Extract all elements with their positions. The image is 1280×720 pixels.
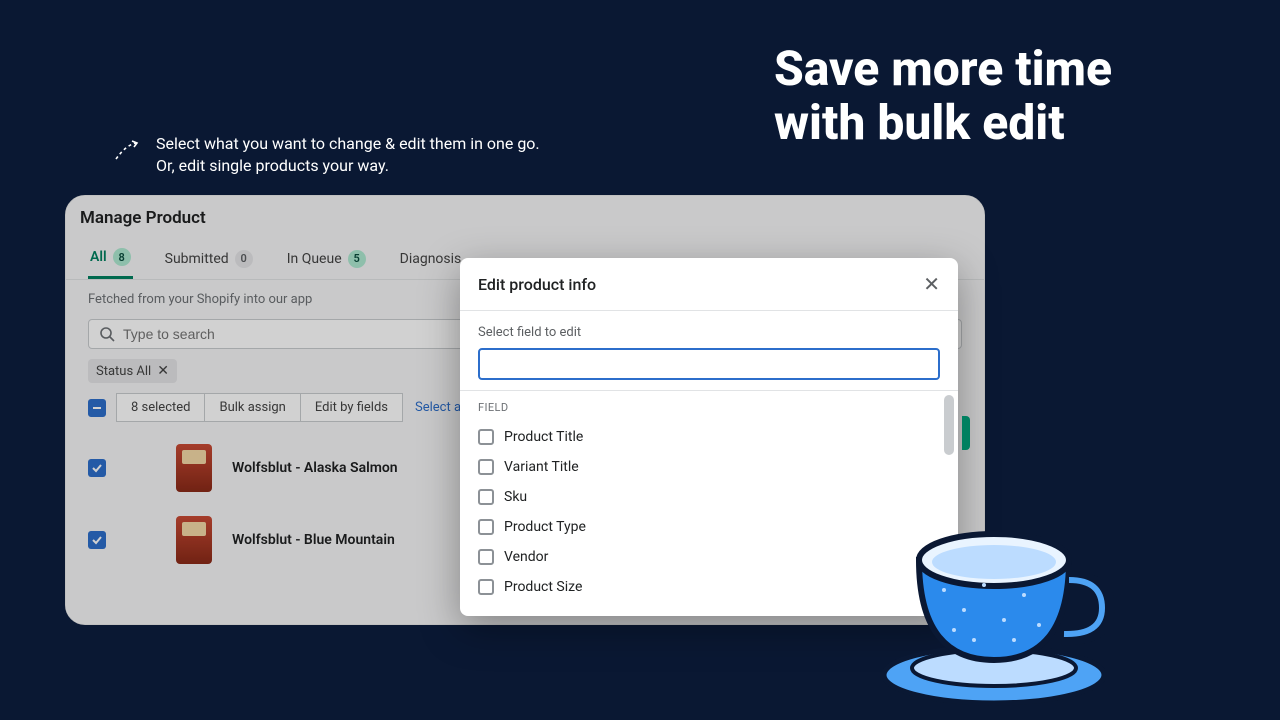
tab-queue[interactable]: In Queue 5 <box>285 240 368 279</box>
checkbox-icon <box>478 489 494 505</box>
tab-queue-label: In Queue <box>287 251 342 267</box>
option-variant-title[interactable]: Variant Title <box>478 452 940 482</box>
option-sku[interactable]: Sku <box>478 482 940 512</box>
product-thumb <box>176 516 212 564</box>
modal-title: Edit product info <box>478 275 596 294</box>
close-icon[interactable]: ✕ <box>157 363 169 379</box>
option-label: Product Title <box>504 429 583 445</box>
panel-edge <box>962 416 970 450</box>
headline-line1: Save more time <box>774 42 1112 96</box>
tab-diagnosis[interactable]: Diagnosis <box>398 240 464 279</box>
option-label: Sku <box>504 489 527 505</box>
row-checkbox[interactable] <box>88 459 106 477</box>
checkbox-icon <box>478 549 494 565</box>
option-product-size[interactable]: Product Size <box>478 572 940 602</box>
tab-submitted-count: 0 <box>235 250 253 268</box>
close-icon[interactable]: ✕ <box>923 272 940 296</box>
arrow-icon <box>112 137 140 165</box>
dropdown-section-header: FIELD <box>478 401 940 414</box>
tab-all-label: All <box>90 249 107 265</box>
row-checkbox[interactable] <box>88 531 106 549</box>
lead-block: Select what you want to change & edit th… <box>112 133 540 176</box>
product-title: Wolfsblut - Alaska Salmon <box>232 460 398 476</box>
tab-queue-count: 5 <box>348 250 366 268</box>
filter-chip-status[interactable]: Status All ✕ <box>88 359 177 383</box>
checkbox-icon <box>478 429 494 445</box>
checkbox-icon <box>478 519 494 535</box>
tab-all-count: 8 <box>113 248 131 266</box>
option-label: Product Size <box>504 579 582 595</box>
tab-all[interactable]: All 8 <box>88 240 133 279</box>
modal-field-label: Select field to edit <box>478 325 940 340</box>
option-label: Variant Title <box>504 459 579 475</box>
lead-line1: Select what you want to change & edit th… <box>156 133 540 155</box>
edit-by-fields-button[interactable]: Edit by fields <box>301 393 403 422</box>
lead-line2: Or, edit single products your way. <box>156 155 540 177</box>
option-vendor[interactable]: Vendor <box>478 542 940 572</box>
select-all-checkbox[interactable] <box>88 399 106 417</box>
option-label: Product Type <box>504 519 586 535</box>
selected-count: 8 selected <box>116 393 205 422</box>
option-label: Vendor <box>504 549 548 565</box>
option-product-title[interactable]: Product Title <box>478 422 940 452</box>
tab-submitted[interactable]: Submitted 0 <box>163 240 255 279</box>
checkbox-icon <box>478 459 494 475</box>
filter-chip-label: Status All <box>96 364 151 379</box>
product-title: Wolfsblut - Blue Mountain <box>232 532 395 548</box>
headline-line2: with bulk edit <box>774 96 1112 150</box>
scrollbar[interactable] <box>944 395 954 455</box>
teacup-illustration <box>874 490 1134 710</box>
headline: Save more time with bulk edit <box>774 42 1112 150</box>
option-product-type[interactable]: Product Type <box>478 512 940 542</box>
product-thumb <box>176 444 212 492</box>
checkbox-icon <box>478 579 494 595</box>
tab-submitted-label: Submitted <box>165 251 229 267</box>
field-select-input[interactable] <box>478 348 940 380</box>
search-icon <box>99 326 115 342</box>
tab-diagnosis-label: Diagnosis <box>400 251 462 267</box>
window-title: Manage Product <box>66 196 984 236</box>
bulk-assign-button[interactable]: Bulk assign <box>205 393 300 422</box>
